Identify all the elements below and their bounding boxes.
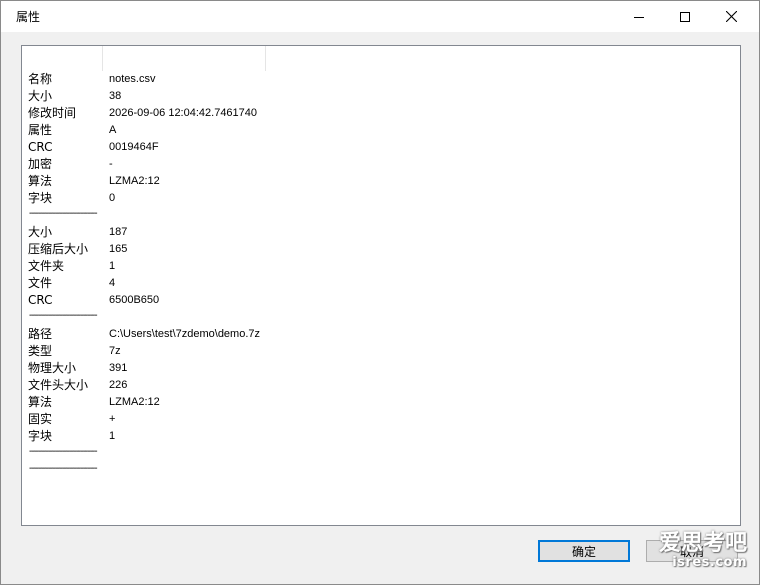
property-name: 物理大小 — [28, 361, 77, 375]
property-name: 文件夹 — [28, 259, 65, 273]
close-icon — [725, 11, 737, 22]
property-value: - — [109, 158, 113, 170]
property-name: 加密 — [28, 157, 53, 171]
property-name: 固实 — [28, 412, 53, 426]
ok-button[interactable]: 确定 — [538, 540, 630, 562]
property-value: 187 — [109, 226, 128, 238]
property-name: 字块 — [28, 191, 53, 205]
property-name: 压缩后大小 — [28, 242, 89, 256]
property-value: LZMA2:12 — [109, 175, 160, 187]
property-value: 38 — [109, 90, 122, 102]
property-name: 属性 — [28, 123, 53, 137]
title-bar[interactable]: 属性 — [1, 1, 759, 32]
property-value: 6500B650 — [109, 294, 160, 306]
properties-list[interactable]: 名称 notes.csv 大小 38 修改时间 2026-09-06 12:04:42.7… — [21, 45, 741, 526]
property-name: 修改时间 — [28, 106, 77, 120]
column-divider[interactable] — [265, 46, 266, 71]
property-name: 名称 — [28, 72, 53, 86]
property-value: 2026-09-06 12:04:42.7461740 — [109, 107, 258, 119]
property-name: 大小 — [28, 89, 53, 103]
property-value: A — [109, 124, 117, 136]
cancel-button-label: 取消 — [679, 544, 704, 559]
property-name: 类型 — [28, 344, 53, 358]
property-name: 文件头大小 — [28, 378, 89, 392]
close-button[interactable] — [708, 1, 754, 32]
property-value: notes.csv — [109, 73, 156, 85]
minimize-button[interactable] — [616, 1, 662, 32]
property-value: + — [109, 413, 116, 425]
minimize-icon — [634, 16, 644, 18]
separator-line: ----------------------------- — [29, 463, 98, 474]
property-name: 路径 — [28, 327, 53, 341]
property-name: 字块 — [28, 429, 53, 443]
ok-button-label: 确定 — [571, 544, 596, 559]
separator-line: ----------------------------- — [29, 446, 98, 457]
property-name: 大小 — [28, 225, 53, 239]
window-title: 属性 — [16, 10, 41, 24]
maximize-button[interactable] — [662, 1, 708, 32]
cancel-button[interactable]: 取消 — [646, 540, 738, 562]
property-name: 文件 — [28, 276, 53, 290]
property-value: 391 — [109, 362, 128, 374]
property-name: 算法 — [28, 174, 53, 188]
property-value: 7z — [109, 345, 121, 357]
property-value: C:\Users\test\7zdemo\demo.7z — [109, 328, 261, 340]
separator-line: ----------------------------- — [29, 208, 98, 219]
property-name: CRC — [28, 140, 53, 154]
property-value: 1 — [109, 430, 116, 442]
column-divider[interactable] — [102, 46, 103, 71]
property-value: LZMA2:12 — [109, 396, 160, 408]
property-name: 算法 — [28, 395, 53, 409]
property-value: 1 — [109, 260, 116, 272]
properties-dialog: 属性 名称 notes.csv 大小 38 修改时间 2026-09-06 12:04:4… — [0, 0, 760, 585]
property-value: 165 — [109, 243, 128, 255]
property-value: 4 — [109, 277, 116, 289]
list-header — [22, 46, 740, 71]
property-name: CRC — [28, 293, 53, 307]
maximize-icon — [680, 11, 690, 22]
property-value: 226 — [109, 379, 128, 391]
property-value: 0019464F — [109, 141, 159, 153]
property-value: 0 — [109, 192, 116, 204]
separator-line: ----------------------------- — [29, 310, 98, 321]
